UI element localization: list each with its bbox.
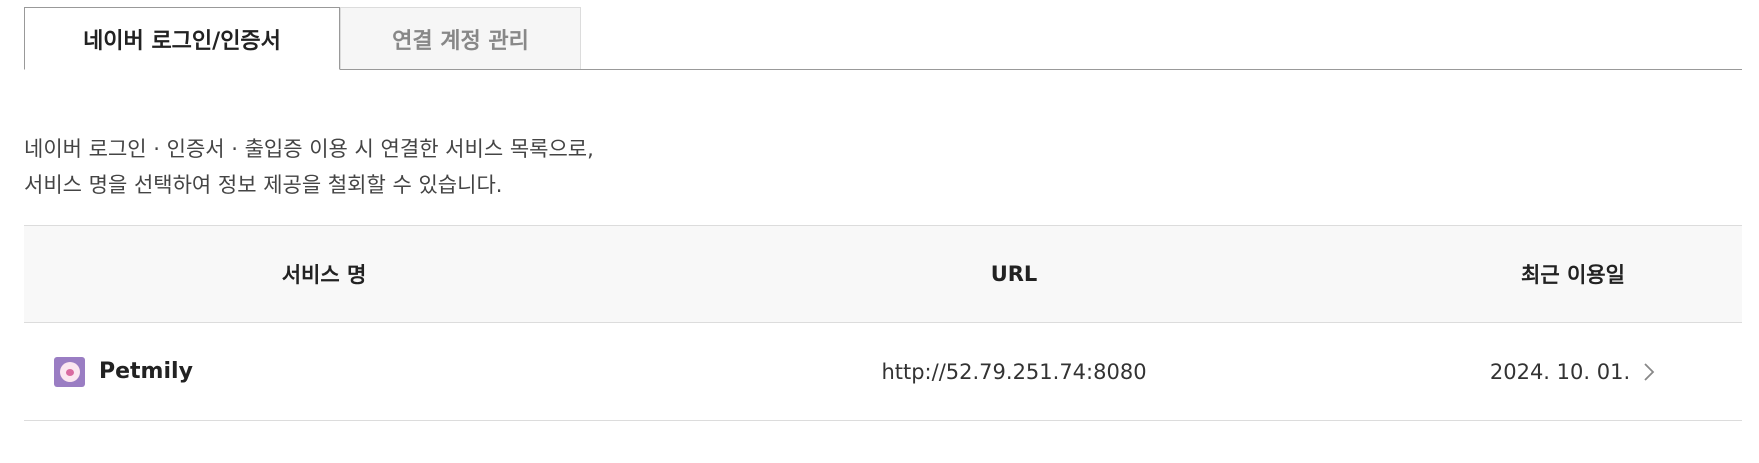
tab-bar: 네이버 로그인/인증서 연결 계정 관리 (24, 7, 1742, 70)
description-line-2: 서비스 명을 선택하여 정보 제공을 철회할 수 있습니다. (24, 173, 503, 197)
table-row[interactable]: Petmily http://52.79.251.74:8080 2024. 1… (24, 323, 1742, 421)
petmily-logo-icon (54, 356, 85, 387)
table-header: 서비스 명 URL 최근 이용일 (24, 225, 1742, 323)
tab-naver-login-certificate[interactable]: 네이버 로그인/인증서 (24, 7, 340, 70)
service-name[interactable]: Petmily (99, 359, 193, 384)
service-table: 서비스 명 URL 최근 이용일 Petmily http://52.79.25… (24, 225, 1742, 421)
service-url: http://52.79.251.74:8080 (881, 359, 1147, 384)
recent-use-date-cell[interactable]: 2024. 10. 01. (1404, 323, 1742, 420)
chevron-right-icon[interactable] (1642, 361, 1656, 383)
header-service-name: 서비스 명 (281, 263, 367, 287)
header-url: URL (990, 262, 1038, 286)
header-recent-use-date: 최근 이용일 (1521, 263, 1625, 287)
description-line-1: 네이버 로그인 · 인증서 · 출입증 이용 시 연결한 서비스 목록으로, (24, 137, 594, 161)
tab-linked-account-management[interactable]: 연결 계정 관리 (340, 7, 581, 69)
service-cell[interactable]: Petmily (54, 323, 193, 420)
recent-use-date: 2024. 10. 01. (1489, 359, 1631, 384)
description: 네이버 로그인 · 인증서 · 출입증 이용 시 연결한 서비스 목록으로, 서… (24, 131, 594, 203)
